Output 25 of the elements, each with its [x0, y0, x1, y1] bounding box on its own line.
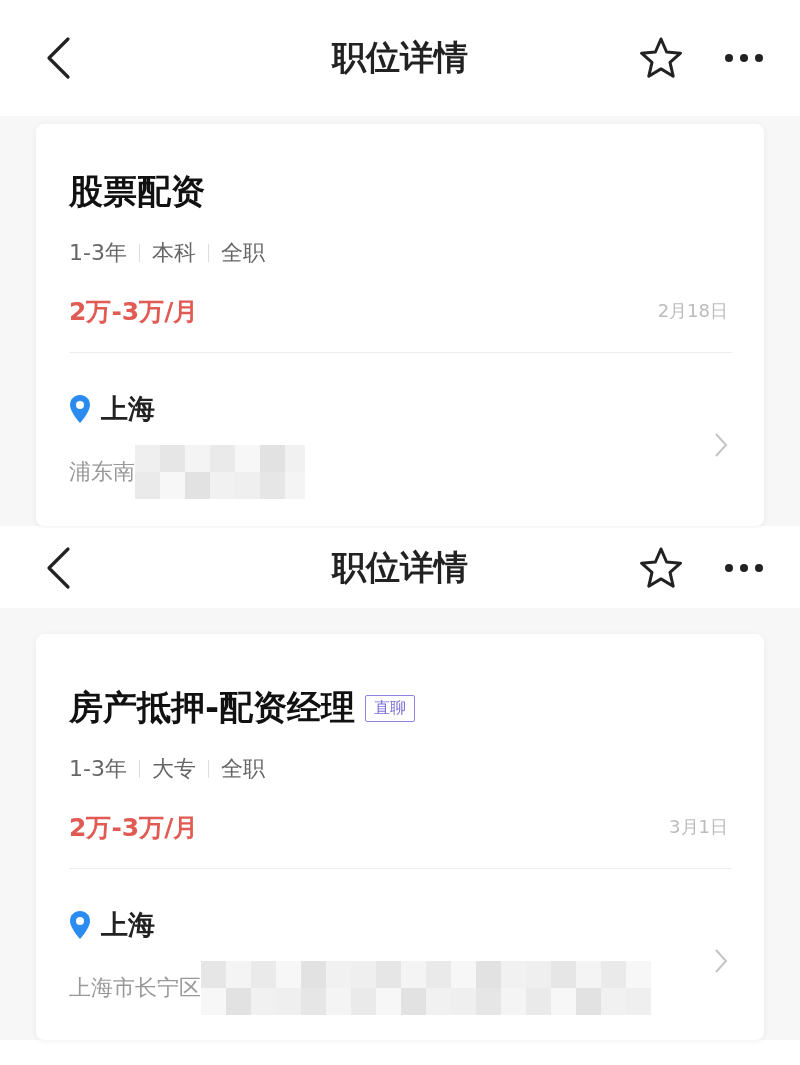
address: 上海市长宁区 [69, 974, 201, 1002]
page-title: 职位详情 [330, 36, 469, 79]
chat-tag: 直聊 [365, 694, 416, 722]
job-title: 股票配资 [69, 170, 205, 213]
location-pin-icon [69, 394, 91, 424]
post-date: 2月18日 [657, 299, 728, 323]
job-requirement: 1-3年 [69, 755, 127, 783]
job-requirement: 全职 [220, 239, 265, 267]
city: 上海 [101, 908, 155, 942]
more-icon[interactable] [724, 53, 764, 63]
salary: 2万-3万/月 [69, 811, 199, 844]
more-icon[interactable] [724, 563, 764, 573]
post-date: 3月1日 [669, 815, 728, 839]
salary: 2万-3万/月 [69, 295, 199, 328]
job-requirement: 本科 [151, 239, 196, 267]
location-pin-icon [69, 910, 91, 940]
page-title: 职位详情 [330, 546, 469, 589]
job-title: 房产抵押-配资经理 [69, 686, 356, 729]
job-requirement: 全职 [220, 755, 265, 783]
job-requirement: 1-3年 [69, 239, 127, 267]
star-icon[interactable] [638, 546, 684, 590]
job-requirement: 大专 [151, 755, 196, 783]
address: 浦东南 [69, 458, 135, 486]
city: 上海 [101, 392, 155, 426]
star-icon[interactable] [638, 36, 684, 80]
